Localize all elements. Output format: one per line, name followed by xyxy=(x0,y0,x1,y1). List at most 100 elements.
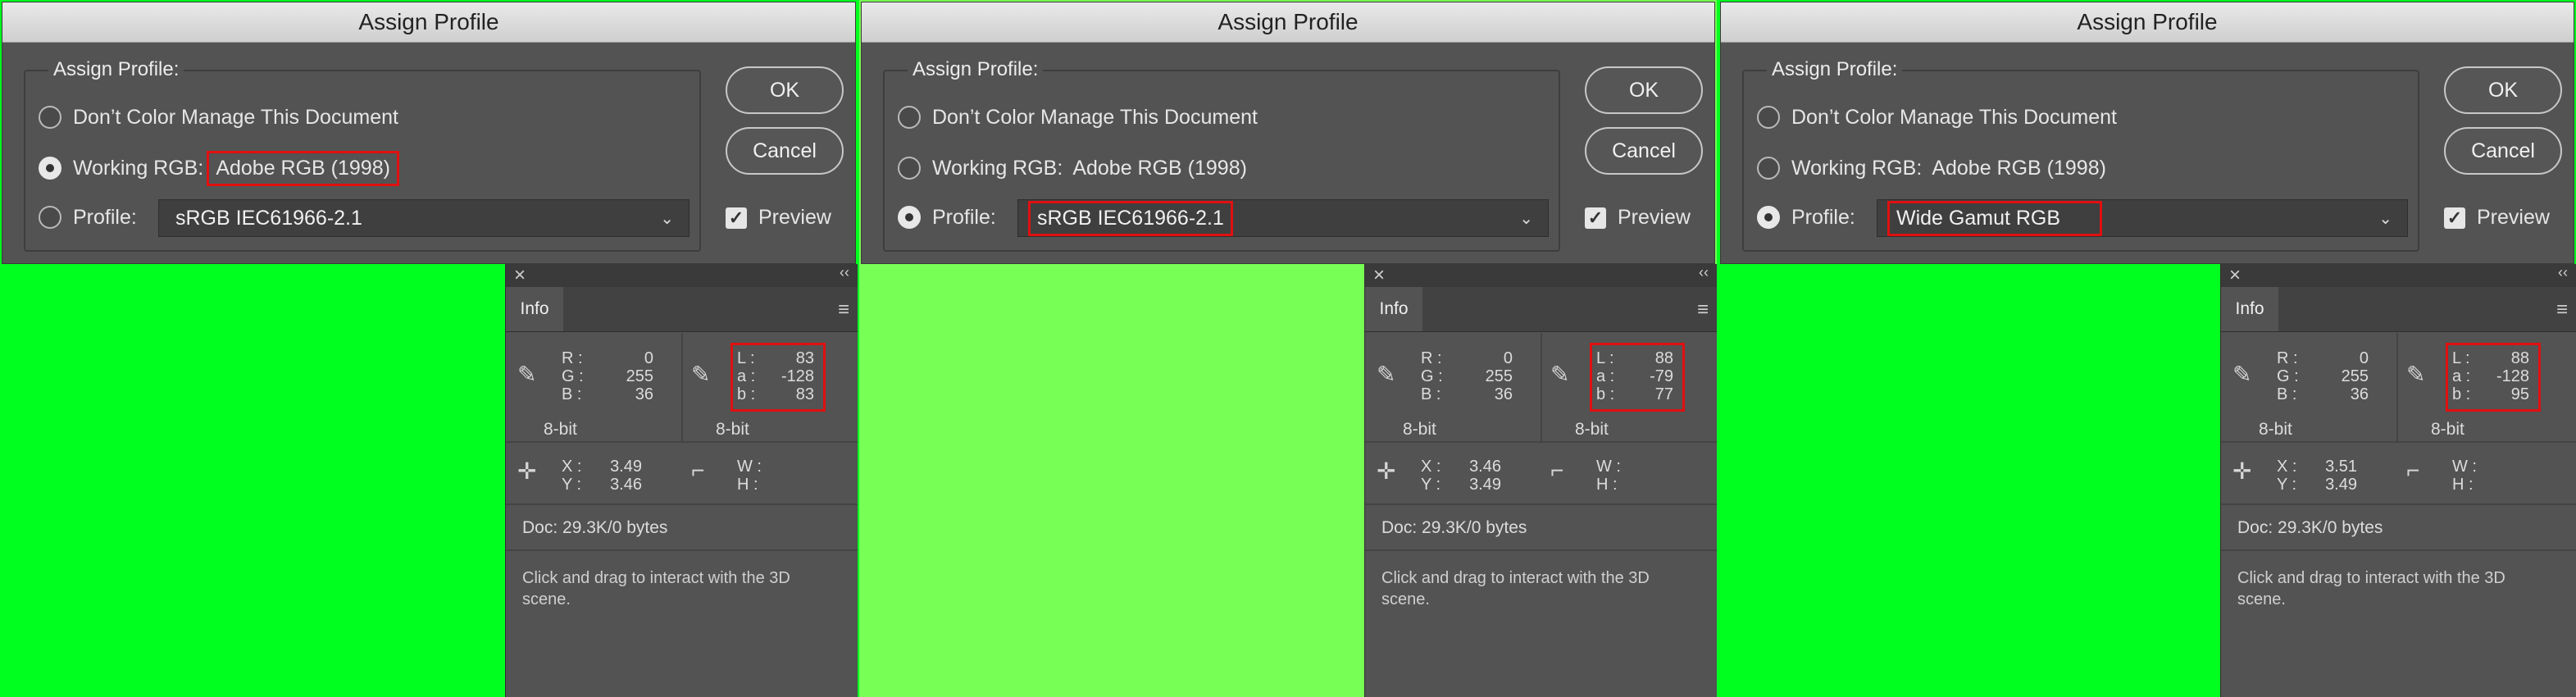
b-lab-value: 77 xyxy=(1654,385,1673,403)
close-icon[interactable]: × xyxy=(1373,264,1385,287)
collapse-icon[interactable]: ‹‹ xyxy=(2558,264,2568,281)
option-dont-manage[interactable]: Don’t Color Manage This Document xyxy=(1757,99,2117,135)
option-profile[interactable]: Profile: xyxy=(898,199,996,235)
working-rgb-value: Adobe RGB (1998) xyxy=(207,150,399,186)
preview-checkbox[interactable]: ✓ Preview xyxy=(2444,206,2550,230)
cancel-button[interactable]: Cancel xyxy=(2444,127,2562,175)
profile-label: Profile: xyxy=(1791,205,1855,229)
option-profile[interactable]: Profile: xyxy=(39,199,137,235)
option-working-rgb[interactable]: Working RGB: Adobe RGB (1998) xyxy=(898,150,1254,186)
cancel-button[interactable]: Cancel xyxy=(726,127,844,175)
close-icon[interactable]: × xyxy=(2229,264,2241,287)
tab-info[interactable]: Info xyxy=(1365,287,1422,331)
info-tabbar: Info ≡ xyxy=(1365,287,1717,332)
divider xyxy=(681,333,683,441)
b-label: B : xyxy=(1421,385,1441,403)
g-value: 255 xyxy=(1485,367,1513,385)
divider xyxy=(2221,503,2576,505)
radio-dont-manage[interactable] xyxy=(898,106,921,129)
panel-menu-icon[interactable]: ≡ xyxy=(1697,298,1709,321)
l-value: 88 xyxy=(1654,349,1673,367)
radio-profile[interactable] xyxy=(1757,206,1780,229)
collapse-icon[interactable]: ‹‹ xyxy=(840,264,849,281)
checkmark-icon: ✓ xyxy=(726,207,747,229)
preview-label: Preview xyxy=(2477,206,2550,229)
working-rgb-value: Adobe RGB (1998) xyxy=(1932,156,2106,180)
divider xyxy=(1541,333,1542,441)
y-label: Y : xyxy=(2277,476,2297,494)
panel-menu-icon[interactable]: ≡ xyxy=(838,298,849,321)
profile-select[interactable]: Wide Gamut RGB ⌄ xyxy=(1877,199,2408,237)
panel-3: Assign Profile Assign Profile: Don’t Col… xyxy=(1718,0,2576,697)
radio-working-rgb[interactable] xyxy=(898,157,921,180)
x-label: X : xyxy=(1421,458,1441,476)
status-hint: Click and drag to interact with the 3D s… xyxy=(1381,569,1650,608)
info-panel: × ‹‹ Info ≡ ✎ R : G : B : 0 255 36 ✎ L :… xyxy=(505,264,858,697)
info-panel: × ‹‹ Info ≡ ✎ R : G : B : 0 255 36 ✎ L :… xyxy=(1364,264,1717,697)
divider xyxy=(506,441,858,443)
w-label: W : xyxy=(2452,458,2477,476)
g-value: 255 xyxy=(626,367,653,385)
option-working-rgb[interactable]: Working RGB: Adobe RGB (1998) xyxy=(39,150,399,186)
r-label: R : xyxy=(562,349,583,367)
profile-select[interactable]: sRGB IEC61966-2.1 ⌄ xyxy=(158,199,690,237)
eyedropper-icon[interactable]: ✎ xyxy=(691,361,710,388)
radio-dont-manage[interactable] xyxy=(1757,106,1780,129)
b-label: B : xyxy=(2277,385,2297,403)
chevron-down-icon: ⌄ xyxy=(2378,210,2392,228)
tab-info[interactable]: Info xyxy=(2221,287,2278,331)
divider xyxy=(2221,441,2576,443)
cancel-button[interactable]: Cancel xyxy=(1585,127,1703,175)
radio-working-rgb[interactable] xyxy=(39,157,61,180)
eyedropper-icon[interactable]: ✎ xyxy=(1550,361,1569,388)
doc-size: Doc: 29.3K/0 bytes xyxy=(2237,518,2383,537)
w-label: W : xyxy=(1596,458,1621,476)
option-dont-manage[interactable]: Don’t Color Manage This Document xyxy=(898,99,1258,135)
preview-checkbox[interactable]: ✓ Preview xyxy=(726,206,831,230)
ok-button[interactable]: OK xyxy=(2444,66,2562,114)
a-value: -128 xyxy=(2496,367,2529,385)
y-value: 3.46 xyxy=(610,476,642,494)
eyedropper-icon[interactable]: ✎ xyxy=(517,361,536,388)
working-rgb-value: Adobe RGB (1998) xyxy=(1072,156,1247,180)
g-label: G : xyxy=(2277,367,2299,385)
group-label: Assign Profile: xyxy=(908,58,1044,81)
collapse-icon[interactable]: ‹‹ xyxy=(1699,264,1709,281)
info-panel-header: × ‹‹ xyxy=(1365,264,1717,287)
x-label: X : xyxy=(562,458,582,476)
ok-button[interactable]: OK xyxy=(1585,66,1703,114)
group-label: Assign Profile: xyxy=(48,58,184,81)
option-dont-manage[interactable]: Don’t Color Manage This Document xyxy=(39,99,398,135)
eyedropper-icon[interactable]: ✎ xyxy=(2232,361,2251,388)
h-label: H : xyxy=(737,476,758,494)
eyedropper-icon[interactable]: ✎ xyxy=(2406,361,2425,388)
divider xyxy=(1365,441,1717,443)
h-label: H : xyxy=(2452,476,2474,494)
radio-profile[interactable] xyxy=(898,206,921,229)
group-label: Assign Profile: xyxy=(1767,58,1903,81)
info-tabbar: Info ≡ xyxy=(506,287,858,332)
g-value: 255 xyxy=(2341,367,2369,385)
panel-menu-icon[interactable]: ≡ xyxy=(2556,298,2568,321)
radio-dont-manage[interactable] xyxy=(39,106,61,129)
divider xyxy=(1365,503,1717,505)
preview-checkbox[interactable]: ✓ Preview xyxy=(1585,206,1691,230)
profile-select[interactable]: sRGB IEC61966-2.1 ⌄ xyxy=(1017,199,1549,237)
l-value: 88 xyxy=(2510,349,2529,367)
divider xyxy=(506,503,858,505)
assign-profile-dialog: Assign Profile Assign Profile: Don’t Col… xyxy=(861,2,1715,264)
option-profile[interactable]: Profile: xyxy=(1757,199,1855,235)
tab-info[interactable]: Info xyxy=(506,287,563,331)
radio-profile[interactable] xyxy=(39,206,61,229)
info-panel-header: × ‹‹ xyxy=(2221,264,2576,287)
radio-working-rgb[interactable] xyxy=(1757,157,1780,180)
bit-depth-left: 8-bit xyxy=(544,420,577,439)
divider xyxy=(2396,333,2398,441)
status-hint: Click and drag to interact with the 3D s… xyxy=(522,569,790,608)
option-working-rgb[interactable]: Working RGB: Adobe RGB (1998) xyxy=(1757,150,2113,186)
ok-button[interactable]: OK xyxy=(726,66,844,114)
panel-1: Assign Profile Assign Profile: Don’t Col… xyxy=(0,0,858,697)
eyedropper-icon[interactable]: ✎ xyxy=(1377,361,1395,388)
option-dont-manage-label: Don’t Color Manage This Document xyxy=(1791,105,2117,129)
close-icon[interactable]: × xyxy=(514,264,526,287)
